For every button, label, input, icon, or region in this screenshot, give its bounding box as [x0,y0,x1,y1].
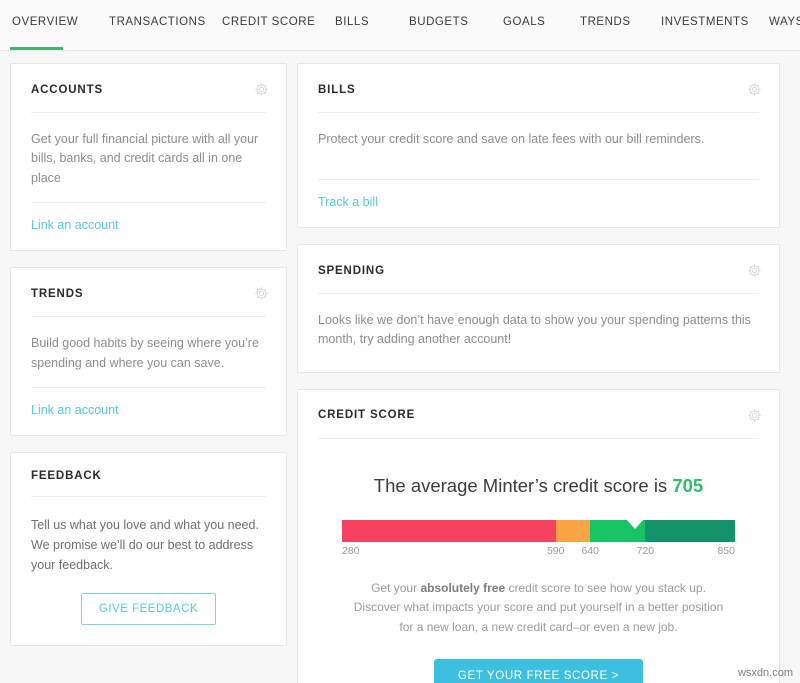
nav-item-label: TRENDS [578,16,623,28]
credit-score-cta-wrap: GET YOUR FREE SCORE > [298,637,779,683]
trends-card-footer: Link an account [11,388,286,435]
gauge-segment-poor [342,520,556,542]
link-an-account-link[interactable]: Link an account [31,218,119,232]
credit-score-gauge-wrap: 280 590 640 720 850 [298,497,779,563]
nav-item-overview[interactable]: OVERVIEW [10,0,63,50]
credit-score-gauge-ticks: 280 590 640 720 850 [342,545,735,563]
gear-icon[interactable] [253,285,270,302]
nav-item-label: CREDIT SCORE [220,16,295,28]
feedback-card-title: FEEDBACK [31,470,102,482]
gauge-tick-label: 280 [342,545,360,557]
accounts-card-header: ACCOUNTS [11,64,286,98]
link-an-account-link[interactable]: Link an account [31,403,119,417]
gauge-tick-label: 850 [717,545,735,557]
trends-card: TRENDS Build good habits by seeing where… [10,267,287,436]
trends-card-header: TRENDS [11,268,286,302]
get-your-free-score-button[interactable]: GET YOUR FREE SCORE > [434,659,643,683]
gear-icon[interactable] [746,81,763,98]
credit-score-gauge [342,520,735,542]
spending-card-header: SPENDING [298,245,779,279]
nav-item-label: TRANSACTIONS [107,16,190,28]
gauge-segment-excellent [645,520,735,542]
nav-item-label: WAYS TO SAVE [767,16,800,28]
nav-item-label: OVERVIEW [10,16,63,28]
left-column: ACCOUNTS Get your full financial picture… [10,63,287,683]
accounts-card-body: Get your full financial picture with all… [11,113,286,188]
gear-icon[interactable] [253,81,270,98]
feedback-button-wrap: GIVE FEEDBACK [11,575,286,645]
feedback-card-header: FEEDBACK [11,453,286,482]
credit-score-desc-bold: absolutely free [420,581,505,595]
credit-score-card: CREDIT SCORE The average Minter’s credit… [297,389,780,683]
credit-score-desc-line2: Discover what impacts your score and put… [354,600,724,633]
bills-card: BILLS Protect your credit score and save… [297,63,780,228]
nav-item-transactions[interactable]: TRANSACTIONS [107,0,190,50]
trends-card-title: TRENDS [31,288,83,300]
give-feedback-button[interactable]: GIVE FEEDBACK [81,593,216,625]
gauge-segment-fair [556,520,590,542]
app-root: OVERVIEW TRANSACTIONS CREDIT SCORE BILLS BUD… [0,0,800,683]
nav-item-label: INVESTMENTS [659,16,734,28]
credit-score-card-title: CREDIT SCORE [318,409,415,421]
bills-card-title: BILLS [318,84,355,96]
trends-card-body: Build good habits by seeing where you’re… [11,317,286,373]
nav-item-bills[interactable]: BILLS [333,0,365,50]
track-a-bill-link[interactable]: Track a bill [318,195,378,209]
credit-score-desc-part1: Get your [371,581,420,595]
gear-icon[interactable] [746,407,763,424]
gauge-tick-label: 640 [581,545,599,557]
bills-card-header: BILLS [298,64,779,98]
credit-score-headline: The average Minter’s credit score is 705 [298,475,779,497]
bills-card-body: Protect your credit score and save on la… [298,113,779,165]
nav-item-credit-score[interactable]: CREDIT SCORE [220,0,295,50]
nav-item-trends[interactable]: TRENDS [578,0,623,50]
nav-item-ways-to-save[interactable]: WAYS TO SAVE [767,0,800,50]
nav-active-underline [10,47,63,50]
nav-item-label: GOALS [501,16,539,28]
nav-item-label: BUDGETS [407,16,461,28]
feedback-card: FEEDBACK Tell us what you love and what … [10,452,287,646]
gear-icon[interactable] [746,262,763,279]
spending-card-body: Looks like we don’t have enough data to … [298,294,779,372]
credit-score-card-header: CREDIT SCORE [298,390,779,424]
bills-card-footer: Track a bill [298,180,779,227]
credit-score-description: Get your absolutely free credit score to… [298,563,779,637]
nav-item-budgets[interactable]: BUDGETS [407,0,461,50]
gauge-tick-label: 720 [637,545,655,557]
credit-score-headline-text: The average Minter’s credit score is [374,475,673,496]
accounts-card-footer: Link an account [11,203,286,250]
accounts-card-title: ACCOUNTS [31,84,103,96]
dashboard-body: ACCOUNTS Get your full financial picture… [0,51,800,683]
accounts-card: ACCOUNTS Get your full financial picture… [10,63,287,251]
gauge-segment-good [590,520,645,542]
gauge-tick-label: 590 [547,545,565,557]
spending-card-title: SPENDING [318,265,385,277]
nav-item-label: BILLS [333,16,365,28]
credit-score-desc-part2: credit score to see how you stack up. [505,581,706,595]
spending-card: SPENDING Looks like we don’t have enough… [297,244,780,373]
credit-score-card-divider [318,438,759,439]
nav-item-investments[interactable]: INVESTMENTS [659,0,734,50]
watermark: wsxdn.com [738,667,793,679]
feedback-card-body: Tell us what you love and what you need.… [11,497,286,575]
credit-score-value: 705 [672,475,703,496]
nav-item-goals[interactable]: GOALS [501,0,539,50]
nav-items-container: OVERVIEW TRANSACTIONS CREDIT SCORE BILLS BUD… [0,0,800,50]
right-column: BILLS Protect your credit score and save… [297,63,780,683]
top-navigation: OVERVIEW TRANSACTIONS CREDIT SCORE BILLS BUD… [0,0,800,51]
